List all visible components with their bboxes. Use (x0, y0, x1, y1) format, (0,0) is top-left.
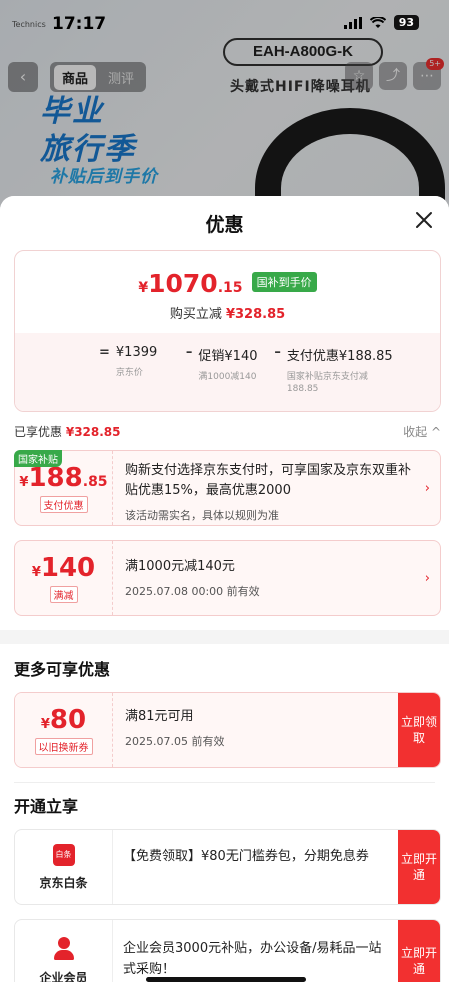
offer-enterprise-member: 企业会员 企业会员3000元补贴，办公设备/易耗品一站式采购！ 立即开通 (14, 919, 441, 982)
sheet-header: 优惠 (0, 196, 449, 246)
page: Technics EAH-A800G-K 头戴式HIFI降噪耳机 毕业 旅行季 … (0, 0, 449, 982)
person-icon-body (53, 949, 74, 960)
offer-description: 【免费领取】¥80无门槛券包，分期免息券 (123, 849, 369, 864)
formula-value: ¥1399 (115, 345, 158, 360)
section-gap (0, 630, 449, 644)
coupon-details: 购新支付选择京东支付时，可享国家及京东双重补贴优惠15%，最高优惠2000 该活… (113, 451, 440, 525)
formula-item-payment: 支付优惠¥188.85 国家补贴京东支付减188.85 (287, 345, 397, 395)
coupon-amount-integer: 140 (40, 553, 96, 583)
final-price-block: ¥1070.15 国补到手价 购买立减 ¥328.85 (15, 251, 440, 333)
coupon-amount-integer: 80 (49, 705, 87, 735)
enjoyed-summary: 已享优惠 ¥328.85 (14, 423, 121, 440)
coupon-details: 满1000元减140元 2025.07.08 00:00 前有效 › (113, 541, 440, 615)
coupon-title: 满1000元减140元 (125, 559, 235, 574)
divider (14, 782, 435, 783)
coupon-full-reduction[interactable]: ¥140 满减 满1000元减140元 2025.07.08 00:00 前有效… (14, 540, 441, 616)
currency-symbol: ¥ (40, 717, 50, 732)
reduction-label: 购买立减 (169, 307, 222, 322)
price-decimal: .15 (217, 280, 243, 296)
more-offers-section: 更多可享优惠 ¥80 以旧换新券 满81元可用 2025.07.05 前有效 立… (0, 644, 449, 982)
coupon-title: 购新支付选择京东支付时，可享国家及京东双重补贴优惠15%，最高优惠2000 (125, 463, 412, 498)
coupon-amount: ¥188.85 (19, 463, 107, 493)
status-time: 17:17 (52, 14, 107, 34)
purchase-reduction: 购买立减 ¥328.85 (15, 303, 440, 322)
claim-coupon-button[interactable]: 立即领取 (398, 693, 440, 767)
open-benefits-title: 开通立享 (14, 797, 79, 816)
enjoyed-value: ¥328.85 (65, 424, 121, 439)
activate-button[interactable]: 立即开通 (398, 830, 440, 904)
wifi-icon (369, 16, 386, 28)
offer-service: 企业会员 (15, 920, 113, 982)
coupon-type-tag: 以旧换新券 (34, 738, 93, 755)
person-icon-head (57, 936, 70, 949)
coupon-amount-integer: 188 (28, 463, 83, 493)
formula-caption: 国家补贴京东支付减188.85 (286, 372, 368, 394)
home-indicator[interactable] (146, 977, 306, 982)
coupon-note: 该活动需实名，具体以规则为准 (125, 509, 279, 522)
formula-caption: 满1000减140 (198, 372, 257, 382)
coupon-title: 满81元可用 (125, 709, 194, 724)
formula-item-jd-price: ¥1399 京东价 (116, 345, 180, 379)
formula-operator: – (274, 345, 281, 360)
chevron-right-icon: › (424, 571, 430, 586)
formula-value: 促销¥140 (198, 349, 258, 364)
coupon-amount-block: 国家补贴 ¥188.85 支付优惠 (14, 450, 113, 525)
enjoyed-header: 已享优惠 ¥328.85 收起 ^ (0, 412, 449, 450)
battery-level: 93 (393, 15, 419, 30)
coupon-validity: 2025.07.08 00:00 前有效 (125, 585, 260, 598)
coupon-amount: ¥80 (41, 705, 86, 735)
baitiao-icon: 白条 (52, 843, 75, 866)
formula-value: 支付优惠¥188.85 (286, 349, 393, 364)
coupon-type-tag: 满减 (49, 586, 78, 603)
discount-sheet: 优惠 ¥1070.15 国补到手价 购买立减 ¥328.85 = ¥1399 京… (0, 196, 449, 982)
activate-button[interactable]: 立即开通 (398, 920, 440, 982)
offer-service: 白条 京东白条 (15, 830, 113, 904)
currency-symbol: ¥ (138, 280, 149, 296)
formula-row: = ¥1399 京东价 – 促销¥140 满1000减140 – 支付优惠¥18… (93, 345, 397, 395)
coupon-amount: ¥140 (32, 553, 95, 583)
national-subsidy-badge: 国补到手价 (251, 272, 317, 292)
coupon-trade-in: ¥80 以旧换新券 满81元可用 2025.07.05 前有效 立即领取 (14, 692, 441, 768)
offer-service-name: 京东白条 (39, 875, 88, 890)
coupon-amount-block: ¥140 满减 (15, 541, 113, 615)
reduction-value: ¥328.85 (225, 307, 286, 322)
sheet-title: 优惠 (205, 214, 244, 236)
collapse-toggle[interactable]: 收起 ^ (403, 423, 441, 440)
status-bar: 17:17 93 (0, 0, 449, 46)
status-icons: 93 (343, 15, 419, 30)
enjoyed-section: ¥1070.15 国补到手价 购买立减 ¥328.85 = ¥1399 京东价 (0, 246, 449, 630)
signal-icon (343, 16, 362, 29)
price-formula: = ¥1399 京东价 – 促销¥140 满1000减140 – 支付优惠¥18… (15, 333, 440, 411)
coupon-validity: 2025.07.05 前有效 (125, 735, 225, 748)
price-summary-card: ¥1070.15 国补到手价 购买立减 ¥328.85 = ¥1399 京东价 (14, 250, 441, 412)
offer-jd-baitiao: 白条 京东白条 【免费领取】¥80无门槛券包，分期免息券 立即开通 (14, 829, 441, 905)
final-price: ¥1070.15 国补到手价 (15, 269, 440, 298)
coupon-amount-block: ¥80 以旧换新券 (15, 693, 113, 767)
offer-service-name: 企业会员 (39, 970, 88, 982)
currency-symbol: ¥ (31, 565, 41, 580)
coupon-ribbon: 国家补贴 (14, 450, 62, 467)
coupon-amount-decimal: .85 (82, 474, 108, 490)
coupon-type-tag: 支付优惠 (39, 496, 88, 513)
chevron-right-icon: › (424, 481, 430, 496)
price-integer: 1070 (148, 269, 218, 298)
enjoyed-label: 已享优惠 (14, 424, 63, 439)
offer-description: 企业会员3000元补贴，办公设备/易耗品一站式采购！ (123, 941, 382, 977)
close-icon[interactable] (411, 207, 437, 233)
coupon-national-subsidy[interactable]: 国家补贴 ¥188.85 支付优惠 购新支付选择京东支付时，可享国家及京东双重补… (14, 450, 441, 526)
formula-caption: 京东价 (115, 368, 143, 378)
more-offers-title: 更多可享优惠 (14, 660, 111, 679)
formula-operator: = (99, 345, 110, 360)
person-icon (53, 936, 75, 961)
formula-item-promotion: 促销¥140 满1000减140 (198, 345, 268, 383)
formula-operator: – (185, 345, 193, 360)
coupon-details: 满81元可用 2025.07.05 前有效 (113, 693, 398, 767)
